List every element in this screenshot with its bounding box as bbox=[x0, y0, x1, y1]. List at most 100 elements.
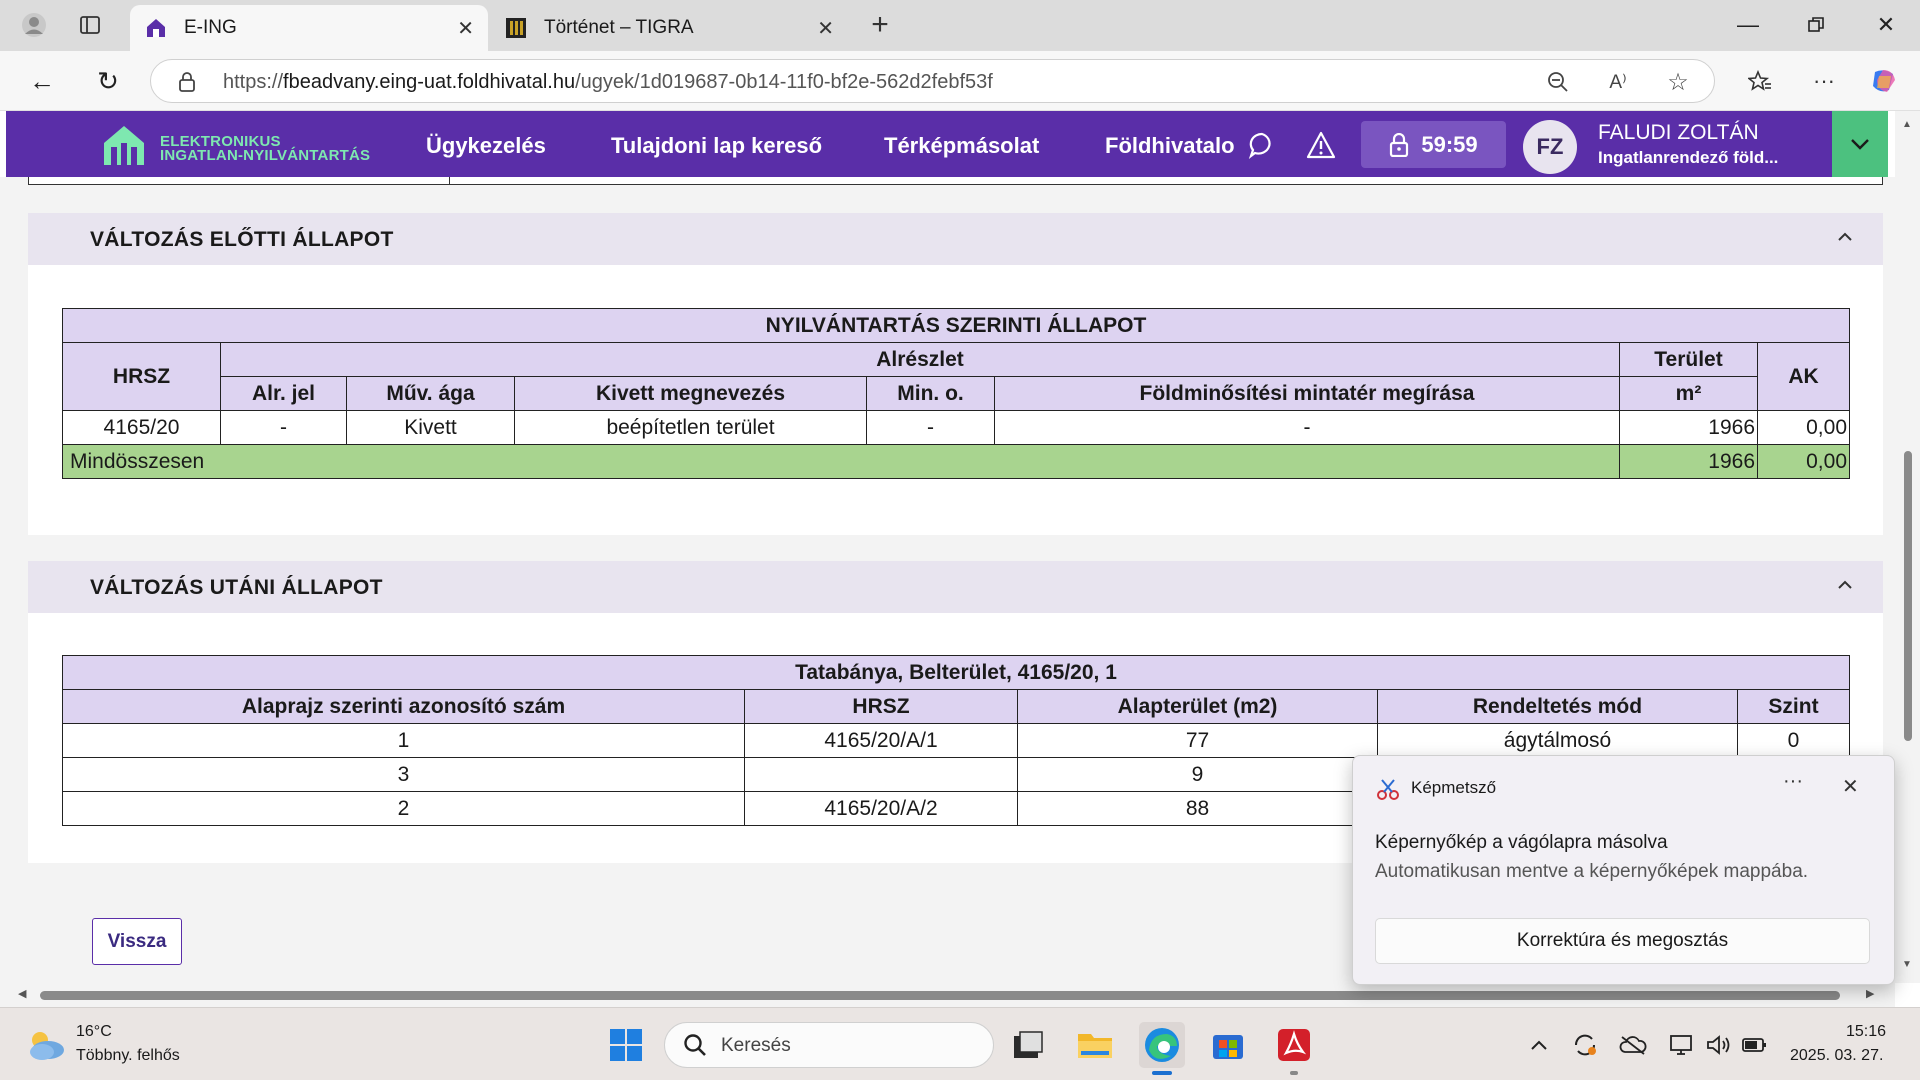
after-section-header[interactable]: VÁLTOZÁS UTÁNI ÁLLAPOT bbox=[28, 561, 1883, 613]
user-menu-chevron-icon[interactable] bbox=[1832, 111, 1888, 177]
cell-terulet: 1966 bbox=[1619, 410, 1758, 445]
scroll-up-icon[interactable]: ▲ bbox=[1902, 119, 1912, 130]
file-explorer-icon[interactable] bbox=[1072, 1022, 1118, 1068]
copilot-icon[interactable] bbox=[1868, 65, 1900, 97]
chat-bubble-icon[interactable] bbox=[1247, 130, 1277, 160]
menu-item-foldhivatalok[interactable]: Földhivatalo bbox=[1105, 133, 1238, 159]
show-hidden-icons-chevron-icon[interactable] bbox=[1525, 1031, 1553, 1059]
col-header-alr-jel: Alr. jel bbox=[220, 376, 347, 411]
read-aloud-icon[interactable]: A⁾ bbox=[1604, 68, 1632, 96]
lock-icon bbox=[1390, 132, 1409, 157]
close-icon[interactable]: ✕ bbox=[1842, 774, 1859, 799]
cell-hrsz bbox=[744, 757, 1018, 792]
warning-icon[interactable] bbox=[1306, 130, 1336, 160]
battery-icon[interactable] bbox=[1740, 1031, 1768, 1059]
col-header-hrsz: HRSZ bbox=[744, 689, 1018, 724]
cell-alaprajz: 1 bbox=[62, 723, 745, 758]
lock-icon[interactable] bbox=[173, 68, 201, 96]
browser-tab-bar: E-ING ✕ Történet – TIGRA ✕ + — ✕ bbox=[0, 0, 1920, 51]
home-logo-icon[interactable] bbox=[102, 123, 146, 167]
back-arrow-icon[interactable]: ← bbox=[26, 65, 58, 97]
col-header-foldminosites: Földminősítési mintatér megírása bbox=[994, 376, 1620, 411]
back-button[interactable]: Vissza bbox=[92, 918, 182, 965]
clock-date[interactable]: 2025. 03. 27. bbox=[1790, 1047, 1883, 1065]
zoom-icon[interactable] bbox=[1544, 68, 1572, 96]
cell-alapterulet: 9 bbox=[1017, 757, 1378, 792]
after-section-title: VÁLTOZÁS UTÁNI ÁLLAPOT bbox=[90, 576, 383, 599]
sync-icon[interactable] bbox=[1571, 1031, 1599, 1059]
close-window-icon[interactable]: ✕ bbox=[1866, 10, 1906, 40]
refresh-icon[interactable]: ↻ bbox=[92, 65, 124, 97]
col-header-terulet: Terület bbox=[1619, 342, 1758, 377]
minimize-icon[interactable]: — bbox=[1728, 10, 1768, 40]
network-icon[interactable] bbox=[1668, 1031, 1696, 1059]
previous-table-bottom-edge bbox=[28, 177, 1883, 185]
before-section-body: NYILVÁNTARTÁS SZERINTI ÁLLAPOT HRSZ Alré… bbox=[28, 265, 1883, 535]
address-bar[interactable]: https://fbeadvany.eing-uat.foldhivatal.h… bbox=[150, 59, 1715, 103]
cell-alaprajz: 3 bbox=[62, 757, 745, 792]
col-header-alapterulet: Alapterület (m2) bbox=[1017, 689, 1378, 724]
clock-time[interactable]: 15:16 bbox=[1846, 1023, 1886, 1041]
weather-description[interactable]: Többny. felhős bbox=[76, 1047, 180, 1065]
url-text[interactable]: https://fbeadvany.eing-uat.foldhivatal.h… bbox=[223, 71, 993, 94]
e-ing-favicon-icon bbox=[144, 16, 168, 40]
menu-item-tulajdoni-lap-kereso[interactable]: Tulajdoni lap kereső bbox=[611, 133, 822, 159]
menu-item-terkepmasolat[interactable]: Térképmásolat bbox=[884, 133, 1039, 159]
cloudy-weather-icon[interactable] bbox=[26, 1028, 66, 1062]
menu-item-ugykezeles[interactable]: Ügykezelés bbox=[426, 133, 546, 159]
cell-szint: 0 bbox=[1737, 723, 1850, 758]
col-header-muv-aga: Műv. ága bbox=[346, 376, 515, 411]
cell-kivett: beépítetlen terület bbox=[514, 410, 867, 445]
restore-icon[interactable] bbox=[1796, 10, 1836, 40]
col-header-szint: Szint bbox=[1737, 689, 1850, 724]
favorite-star-icon[interactable]: ☆ bbox=[1664, 68, 1692, 96]
table-title: Tatabánya, Belterület, 4165/20, 1 bbox=[62, 655, 1850, 690]
taskbar-search[interactable]: Keresés bbox=[664, 1022, 994, 1068]
user-role[interactable]: Ingatlanrendező föld... bbox=[1598, 148, 1778, 168]
new-tab-icon[interactable]: + bbox=[866, 8, 894, 41]
user-name[interactable]: FALUDI ZOLTÁN bbox=[1598, 121, 1759, 145]
collapse-chevron-icon[interactable] bbox=[1835, 227, 1855, 247]
scroll-left-icon[interactable]: ◀ bbox=[18, 987, 26, 1000]
tab-tigra[interactable]: Történet – TIGRA ✕ bbox=[490, 5, 848, 51]
avatar[interactable]: FZ bbox=[1523, 120, 1577, 174]
running-app-indicator bbox=[1290, 1071, 1298, 1075]
favorites-icon[interactable] bbox=[1744, 65, 1776, 97]
acrobat-reader-icon[interactable] bbox=[1271, 1022, 1317, 1068]
before-section-title: VÁLTOZÁS ELŐTTI ÁLLAPOT bbox=[90, 228, 394, 251]
col-header-alaprajz: Alaprajz szerinti azonosító szám bbox=[62, 689, 745, 724]
vertical-scroll-thumb[interactable] bbox=[1904, 451, 1912, 741]
horizontal-scroll-thumb[interactable] bbox=[40, 991, 1840, 1000]
horizontal-scrollbar[interactable]: ◀ ▶ bbox=[0, 983, 1895, 1007]
search-icon bbox=[684, 1034, 706, 1056]
task-view-icon[interactable] bbox=[1005, 1022, 1051, 1068]
col-header-kivett: Kivett megnevezés bbox=[514, 376, 867, 411]
close-tab-icon[interactable]: ✕ bbox=[457, 16, 474, 41]
scroll-right-icon[interactable]: ▶ bbox=[1866, 987, 1874, 1000]
scroll-down-icon[interactable]: ▼ bbox=[1902, 959, 1912, 970]
edge-browser-icon[interactable] bbox=[1139, 1022, 1185, 1068]
table-row: 1 4165/20/A/1 77 ágytálmosó 0 bbox=[62, 723, 1850, 758]
microsoft-store-icon[interactable] bbox=[1205, 1022, 1251, 1068]
brand-line2: INGATLAN-NYILVÁNTARTÁS bbox=[160, 147, 371, 164]
snipping-notification[interactable]: Képmetsző ··· ✕ Képernyőkép a vágólapra … bbox=[1352, 755, 1895, 985]
total-terulet: 1966 bbox=[1619, 444, 1758, 479]
tab-e-ing[interactable]: E-ING ✕ bbox=[130, 5, 488, 51]
markup-share-button[interactable]: Korrektúra és megosztás bbox=[1375, 918, 1870, 964]
collapse-chevron-icon[interactable] bbox=[1835, 575, 1855, 595]
notification-app-name: Képmetsző bbox=[1411, 778, 1497, 797]
windows-start-icon[interactable] bbox=[603, 1022, 649, 1068]
weather-temperature[interactable]: 16°C bbox=[76, 1023, 112, 1041]
tab-title: E-ING bbox=[184, 17, 237, 38]
close-tab-icon[interactable]: ✕ bbox=[817, 16, 834, 41]
more-options-icon[interactable]: ··· bbox=[1783, 770, 1803, 793]
volume-icon[interactable] bbox=[1705, 1031, 1733, 1059]
before-section-header[interactable]: VÁLTOZÁS ELŐTTI ÁLLAPOT bbox=[28, 213, 1883, 265]
onedrive-offline-icon[interactable] bbox=[1619, 1031, 1647, 1059]
more-menu-icon[interactable]: ··· bbox=[1808, 65, 1840, 97]
profile-icon[interactable] bbox=[20, 11, 48, 39]
vertical-scrollbar[interactable]: ▲ ▼ bbox=[1895, 111, 1920, 983]
brand-text[interactable]: ELEKTRONIKUS INGATLAN-NYILVÁNTARTÁS bbox=[160, 134, 371, 164]
session-timer[interactable]: 59:59 bbox=[1361, 121, 1506, 168]
tab-actions-icon[interactable] bbox=[76, 11, 104, 39]
